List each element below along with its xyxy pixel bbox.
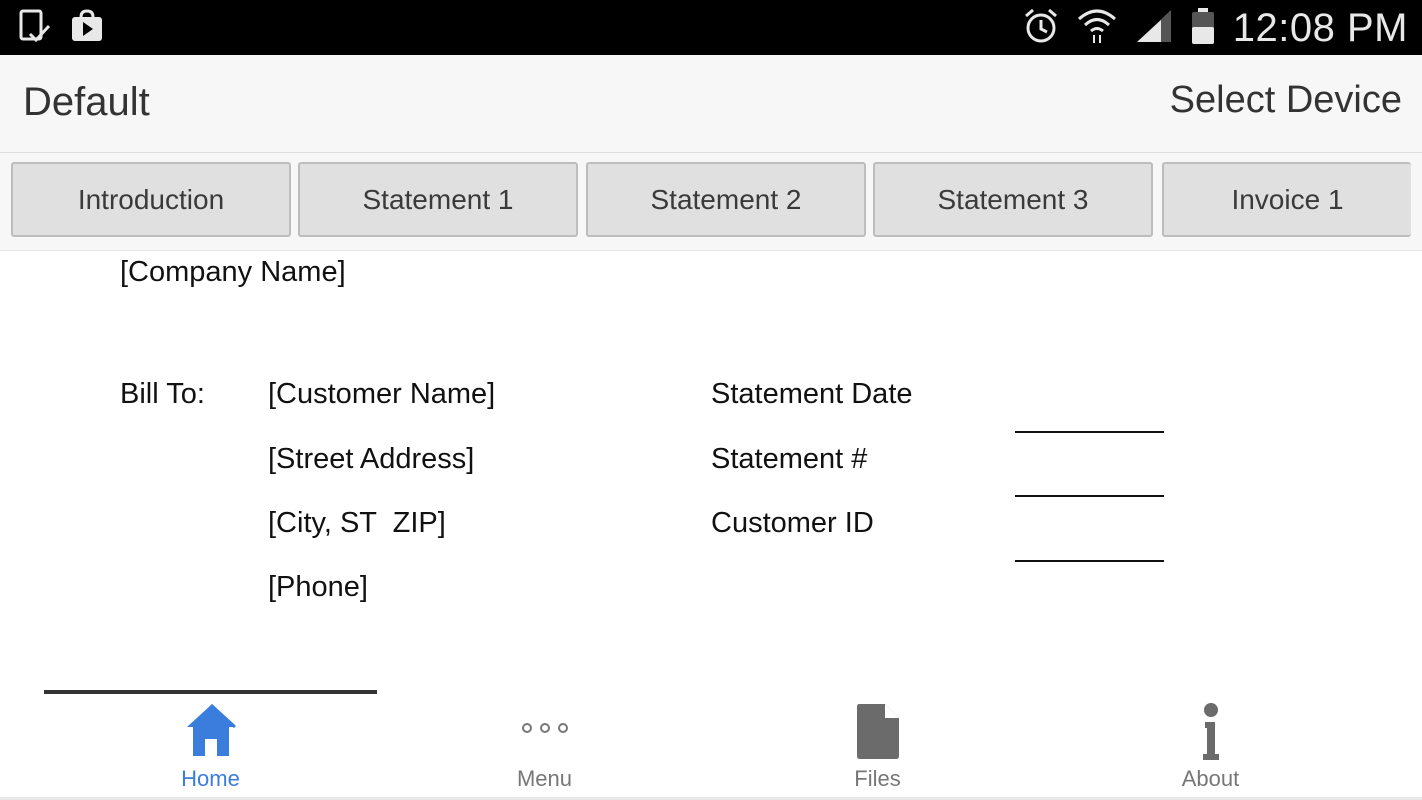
tab-invoice-1[interactable]: Invoice 1 bbox=[1162, 162, 1411, 237]
tab-statement-2[interactable]: Statement 2 bbox=[586, 162, 866, 237]
active-tab-indicator bbox=[44, 690, 377, 694]
tab-statement-1[interactable]: Statement 1 bbox=[298, 162, 578, 237]
city-st-zip: [City, ST ZIP] bbox=[268, 507, 446, 539]
more-dots-icon bbox=[520, 718, 570, 743]
customer-id-blank bbox=[1015, 560, 1164, 562]
nav-home[interactable]: Home bbox=[44, 698, 377, 798]
battery-icon bbox=[1191, 7, 1215, 50]
select-device-button[interactable]: Select Device bbox=[1170, 79, 1402, 122]
page-title: Default bbox=[23, 80, 150, 124]
nav-files[interactable]: Files bbox=[711, 698, 1044, 798]
info-icon bbox=[1196, 702, 1226, 767]
shopping-bag-play-icon bbox=[70, 9, 104, 48]
nav-about-label: About bbox=[1181, 766, 1240, 791]
bottom-nav: Home Menu Files About bbox=[0, 688, 1422, 800]
bill-to-label: Bill To: bbox=[120, 378, 205, 410]
tab-introduction[interactable]: Introduction bbox=[11, 162, 291, 237]
status-time: 12:08 PM bbox=[1232, 5, 1408, 50]
phone: [Phone] bbox=[268, 571, 368, 603]
nav-files-label: Files bbox=[854, 766, 901, 791]
phone-check-icon bbox=[18, 8, 52, 49]
status-left-icons bbox=[18, 8, 104, 49]
signal-icon bbox=[1135, 8, 1173, 49]
statement-date-blank bbox=[1015, 431, 1164, 433]
tab-statement-3[interactable]: Statement 3 bbox=[873, 162, 1153, 237]
wifi-icon bbox=[1077, 7, 1117, 50]
file-icon bbox=[855, 702, 901, 765]
nav-home-label: Home bbox=[181, 766, 240, 791]
home-icon bbox=[184, 702, 238, 763]
nav-about[interactable]: About bbox=[1044, 698, 1377, 798]
statement-date-label: Statement Date bbox=[711, 378, 913, 410]
customer-id-label: Customer ID bbox=[711, 507, 874, 539]
nav-menu-label: Menu bbox=[516, 766, 573, 791]
company-name: [Company Name] bbox=[120, 256, 346, 288]
tab-strip: Introduction Statement 1 Statement 2 Sta… bbox=[0, 153, 1422, 251]
status-right-icons: 12:08 PM bbox=[1023, 4, 1408, 52]
alarm-icon bbox=[1023, 7, 1059, 50]
statement-number-blank bbox=[1015, 495, 1164, 497]
document-view: [Company Name] Bill To: [Customer Name] … bbox=[0, 252, 1422, 688]
statement-number-label: Statement # bbox=[711, 443, 868, 475]
status-bar: 12:08 PM bbox=[0, 0, 1422, 55]
customer-name: [Customer Name] bbox=[268, 378, 496, 410]
app-header: Default Select Device bbox=[0, 55, 1422, 153]
street-address: [Street Address] bbox=[268, 443, 475, 475]
nav-menu[interactable]: Menu bbox=[378, 698, 711, 798]
